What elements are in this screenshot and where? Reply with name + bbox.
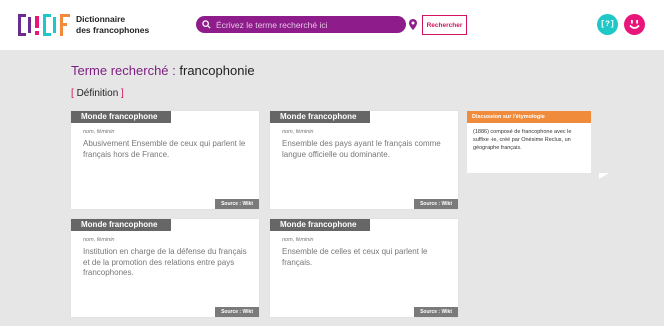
card-definition: Institution en charge de la défense du f… bbox=[83, 247, 247, 277]
bracket-open: [ bbox=[71, 88, 74, 99]
logo-mark bbox=[18, 14, 70, 36]
card-definition: Ensemble des pays ayant le français comm… bbox=[282, 139, 441, 159]
definition-card[interactable]: Monde francophone nom, féminin Instituti… bbox=[71, 219, 259, 317]
definition-card[interactable]: Monde francophone nom, féminin Ensemble … bbox=[270, 111, 458, 209]
card-source-link[interactable]: Source : Wikt bbox=[215, 307, 259, 317]
card-definition: Abusivement Ensemble de ceux qui parlent… bbox=[83, 139, 246, 159]
card-definition: Ensemble de celles et ceux qui parlent l… bbox=[282, 247, 428, 267]
card-heading: Monde francophone bbox=[71, 219, 171, 231]
card-source-link[interactable]: Source : Wikt bbox=[215, 199, 259, 209]
search-icon bbox=[202, 20, 211, 29]
term-label: Terme recherché : bbox=[71, 63, 176, 78]
card-word-type: nom, féminin bbox=[282, 237, 314, 243]
speech-bubble-tail bbox=[599, 173, 609, 179]
bracket-close: ] bbox=[121, 88, 124, 99]
definition-card[interactable]: Monde francophone nom, féminin Abusiveme… bbox=[71, 111, 259, 209]
card-source-link[interactable]: Source : Wikt bbox=[414, 199, 458, 209]
card-word-type: nom, féminin bbox=[83, 129, 115, 135]
card-word-type: nom, féminin bbox=[282, 129, 314, 135]
site-logo[interactable] bbox=[18, 14, 70, 36]
term-value: francophonie bbox=[179, 63, 255, 78]
card-source-link[interactable]: Source : Wikt bbox=[414, 307, 458, 317]
smiley-icon bbox=[629, 20, 640, 29]
site-name-line2: des francophones bbox=[76, 25, 150, 35]
etymology-box[interactable]: Discussion sur l'étymologie (1886) compo… bbox=[467, 111, 591, 173]
section-heading: [ Définition ] bbox=[71, 88, 124, 99]
site-name[interactable]: Dictionnaire des francophones bbox=[76, 14, 149, 36]
account-button[interactable] bbox=[624, 14, 645, 35]
search-input[interactable] bbox=[216, 19, 396, 30]
page-title: Terme recherché : francophonie bbox=[71, 63, 255, 78]
card-heading: Monde francophone bbox=[71, 111, 171, 123]
site-name-line1: Dictionnaire bbox=[76, 14, 126, 24]
card-heading: Monde francophone bbox=[270, 219, 370, 231]
etymology-title: Discussion sur l'étymologie bbox=[467, 111, 591, 123]
site-header: Dictionnaire des francophones Rechercher… bbox=[0, 0, 664, 50]
help-icon: [?] bbox=[600, 20, 615, 29]
card-heading: Monde francophone bbox=[270, 111, 370, 123]
search-button[interactable]: Rechercher bbox=[422, 15, 467, 35]
help-button[interactable]: [?] bbox=[597, 14, 618, 35]
location-pin-icon[interactable] bbox=[409, 17, 417, 35]
search-bar bbox=[196, 16, 406, 33]
definition-card[interactable]: Monde francophone nom, féminin Ensemble … bbox=[270, 219, 458, 317]
card-word-type: nom, féminin bbox=[83, 237, 115, 243]
etymology-text: (1886) composé de francophone avec le su… bbox=[473, 129, 572, 151]
section-title: Définition bbox=[76, 88, 119, 99]
